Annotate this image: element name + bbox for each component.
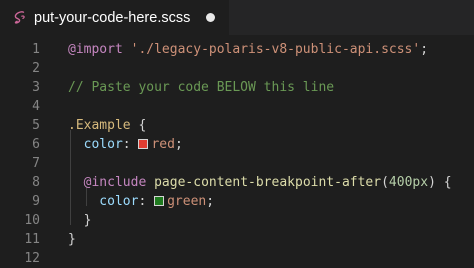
- code-line[interactable]: 8 @include page-content-breakpoint-after…: [0, 173, 474, 192]
- line-content: }: [68, 211, 92, 230]
- code-line[interactable]: 2: [0, 59, 474, 78]
- code-token: }: [68, 232, 76, 247]
- line-content: @include page-content-breakpoint-after(4…: [68, 173, 452, 192]
- line-number: 10: [24, 213, 40, 228]
- line-content: @import './legacy-polaris-v8-public-api.…: [68, 40, 428, 59]
- line-number: 11: [24, 232, 40, 247]
- code-token: // Paste your code BELOW this line: [68, 80, 335, 95]
- line-content: }: [68, 230, 76, 249]
- line-number: 2: [32, 61, 40, 76]
- code-line[interactable]: 12: [0, 249, 474, 268]
- line-content: // Paste your code BELOW this line: [68, 78, 334, 97]
- code-line[interactable]: 5 .Example {: [0, 116, 474, 135]
- line-content: color: red;: [68, 135, 183, 154]
- line-content: color: green;: [68, 192, 214, 211]
- code-line[interactable]: 10 }: [0, 211, 474, 230]
- code-token: ;: [206, 194, 215, 209]
- unsaved-dot-icon[interactable]: [206, 13, 215, 22]
- line-number: 6: [32, 137, 40, 152]
- line-number: 3: [32, 80, 40, 95]
- line-number: 1: [32, 42, 40, 57]
- code-token: @include: [68, 175, 147, 190]
- code-token: './legacy-polaris-v8-public-api.scss': [130, 42, 421, 57]
- code-token: .Example: [68, 118, 131, 133]
- code-token: ): [428, 175, 436, 190]
- code-token: {: [435, 175, 452, 190]
- tab-bar: put-your-code-here.scss: [0, 0, 474, 35]
- code-token: color: [68, 137, 123, 152]
- color-swatch[interactable]: [138, 139, 149, 149]
- line-number: 7: [32, 156, 40, 171]
- tab-put-your-code-here[interactable]: put-your-code-here.scss: [0, 0, 229, 35]
- code-token: }: [68, 213, 92, 228]
- code-token: :: [138, 194, 155, 209]
- line-number: 5: [32, 118, 40, 133]
- code-token: ;: [420, 42, 429, 57]
- sass-icon: [12, 10, 28, 26]
- color-swatch[interactable]: [154, 196, 165, 206]
- code-token: {: [130, 118, 147, 133]
- code-token: color: [68, 194, 139, 209]
- code-token: ;: [174, 137, 183, 152]
- code-area[interactable]: 1 @import './legacy-polaris-v8-public-api…: [0, 35, 474, 268]
- line-number: 4: [32, 99, 40, 114]
- line-number: 8: [32, 175, 40, 190]
- code-token: red: [151, 137, 175, 152]
- code-token: @import: [68, 42, 123, 57]
- code-line[interactable]: 9 color: green;: [0, 192, 474, 211]
- code-token: 400px: [388, 175, 429, 190]
- code-line[interactable]: 4: [0, 97, 474, 116]
- line-content: .Example {: [68, 116, 146, 135]
- code-line[interactable]: 7: [0, 154, 474, 173]
- code-line[interactable]: 11}: [0, 230, 474, 249]
- code-token: page-content-breakpoint-after: [154, 175, 382, 190]
- tab-title: put-your-code-here.scss: [34, 9, 191, 26]
- code-token: :: [122, 137, 139, 152]
- code-line[interactable]: 1 @import './legacy-polaris-v8-public-api…: [0, 40, 474, 59]
- line-number: 9: [32, 194, 40, 209]
- code-line[interactable]: 3 // Paste your code BELOW this line: [0, 78, 474, 97]
- code-token: (: [381, 175, 389, 190]
- line-number: 12: [24, 251, 40, 266]
- code-editor: put-your-code-here.scss 1 @import './lega…: [0, 0, 474, 268]
- code-token: green: [167, 194, 207, 209]
- code-line[interactable]: 6 color: red;: [0, 135, 474, 154]
